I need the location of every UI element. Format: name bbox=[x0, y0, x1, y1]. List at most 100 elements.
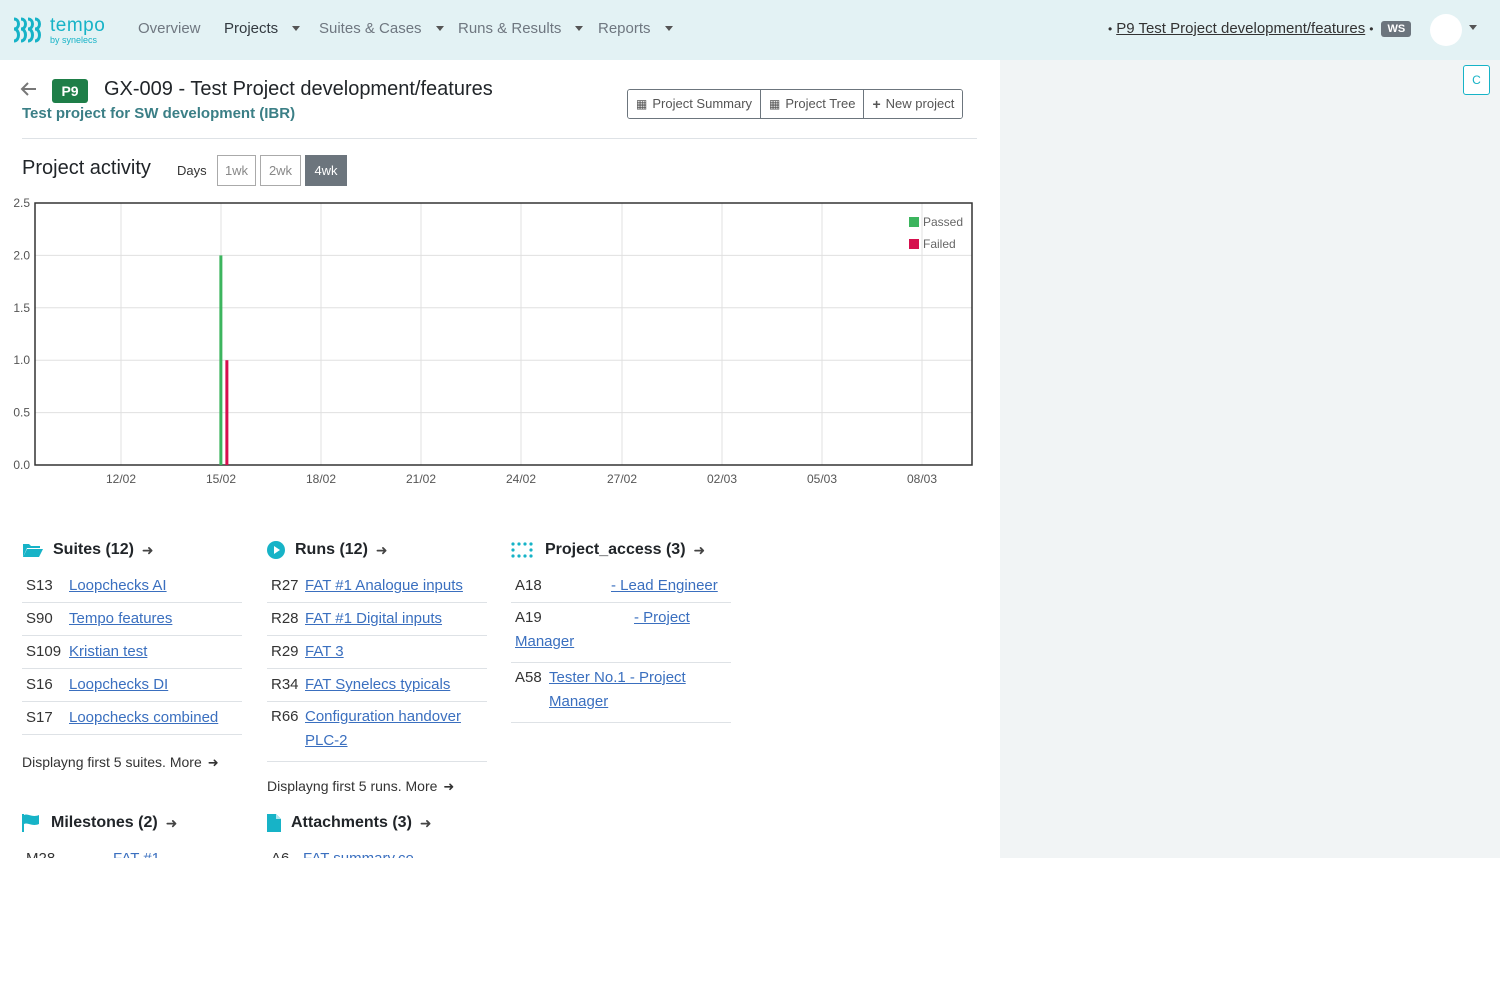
play-circle-icon bbox=[267, 541, 285, 559]
attachments-header[interactable]: Attachments (3) ➜ bbox=[267, 814, 432, 832]
list-item: A18 - Lead Engineer bbox=[511, 570, 731, 603]
range-2wk-button[interactable]: 2wk bbox=[260, 155, 301, 186]
suite-id: S90 bbox=[26, 610, 53, 627]
nav-reports-label: Reports bbox=[598, 20, 651, 37]
access-link[interactable]: Tester No.1 - Project Manager bbox=[549, 666, 719, 714]
suites-title: Suites (12) bbox=[53, 541, 134, 558]
brand-subtitle: by synelecs bbox=[50, 34, 98, 45]
list-item: R28 FAT #1 Digital inputs bbox=[267, 603, 487, 636]
nav-overview-label: Overview bbox=[138, 20, 201, 37]
y-tick-label: 1.5 bbox=[13, 301, 30, 315]
project-summary-button[interactable]: ▦ Project Summary bbox=[628, 90, 762, 118]
runs-more-link[interactable]: Displayng first 5 runs. More ➜ bbox=[267, 778, 454, 795]
project-badge: P9 bbox=[52, 79, 88, 103]
access-link[interactable]: - Lead Engineer bbox=[611, 577, 718, 594]
legend-label-failed: Failed bbox=[923, 237, 956, 251]
flag-icon bbox=[22, 814, 39, 832]
side-panel-toggle-button[interactable]: C bbox=[1463, 65, 1490, 95]
project-tree-label: Project Tree bbox=[785, 96, 856, 111]
divider bbox=[22, 138, 977, 139]
x-tick-label: 05/03 bbox=[807, 472, 837, 486]
milestones-header[interactable]: Milestones (2) ➜ bbox=[22, 814, 177, 832]
arrow-right-icon: ➜ bbox=[443, 779, 455, 794]
suites-more-link[interactable]: Displayng first 5 suites. More ➜ bbox=[22, 754, 219, 771]
nav-reports[interactable]: Reports bbox=[598, 20, 673, 37]
file-icon bbox=[267, 814, 281, 832]
suite-id: S13 bbox=[26, 577, 53, 594]
avatar[interactable] bbox=[1430, 14, 1462, 46]
plus-icon: + bbox=[872, 96, 881, 112]
tempo-logo-icon bbox=[13, 17, 41, 43]
nav-projects[interactable]: Projects bbox=[224, 20, 301, 37]
suites-header[interactable]: Suites (12) ➜ bbox=[22, 541, 154, 559]
project-summary-label: Project Summary bbox=[652, 96, 753, 111]
arrow-right-icon: ➜ bbox=[141, 541, 154, 558]
list-item: A19- Project Manager bbox=[511, 603, 731, 663]
x-tick-label: 24/02 bbox=[506, 472, 536, 486]
run-id: R34 bbox=[271, 676, 299, 693]
days-label: Days bbox=[177, 163, 207, 178]
list-item: R27 FAT #1 Analogue inputs bbox=[267, 570, 487, 603]
project-subtitle: Test project for SW development (IBR) bbox=[22, 105, 296, 122]
users-grid-icon bbox=[511, 542, 533, 558]
user-menu-chevron-icon[interactable] bbox=[1469, 25, 1477, 30]
list-item: S17 Loopchecks combined bbox=[22, 702, 242, 735]
new-project-button[interactable]: + New project bbox=[864, 90, 963, 118]
page-title: GX-009 - Test Project development/featur… bbox=[104, 78, 493, 100]
document-icon: ▦ bbox=[769, 97, 781, 111]
legend-swatch-failed bbox=[909, 239, 919, 249]
run-link[interactable]: FAT #1 Digital inputs bbox=[305, 610, 442, 627]
access-id: A18 bbox=[515, 577, 542, 594]
list-item: R66 Configuration handover PLC-2 bbox=[267, 702, 487, 762]
project-tree-button[interactable]: ▦ Project Tree bbox=[761, 90, 865, 118]
x-tick-label: 12/02 bbox=[106, 472, 136, 486]
side-panel bbox=[1000, 60, 1500, 858]
runs-header[interactable]: Runs (12) ➜ bbox=[267, 541, 388, 559]
range-4wk-button[interactable]: 4wk bbox=[305, 155, 347, 186]
x-tick-label: 21/02 bbox=[406, 472, 436, 486]
bar-passed bbox=[219, 255, 223, 465]
suite-link[interactable]: Loopchecks AI bbox=[69, 577, 167, 594]
suite-link[interactable]: Kristian test bbox=[69, 643, 147, 660]
workspace-badge[interactable]: WS bbox=[1381, 20, 1412, 37]
access-header[interactable]: Project_access (3) ➜ bbox=[511, 541, 705, 559]
range-1wk-button[interactable]: 1wk bbox=[217, 155, 256, 186]
y-tick-label: 2.5 bbox=[13, 196, 30, 210]
suite-id: S17 bbox=[26, 709, 53, 726]
suite-link[interactable]: Loopchecks DI bbox=[69, 676, 168, 693]
nav-runs-results[interactable]: Runs & Results bbox=[458, 20, 584, 37]
y-tick-label: 0.5 bbox=[13, 406, 30, 420]
folder-open-icon bbox=[23, 544, 43, 557]
chevron-down-icon bbox=[435, 26, 444, 31]
access-id: A19 bbox=[515, 609, 542, 626]
suite-link[interactable]: Tempo features bbox=[69, 610, 172, 627]
nav-runs-label: Runs & Results bbox=[458, 20, 562, 37]
run-link[interactable]: FAT Synelecs typicals bbox=[305, 676, 450, 693]
runs-more-label: Displayng first 5 runs. More bbox=[267, 778, 438, 794]
run-link[interactable]: FAT #1 Analogue inputs bbox=[305, 577, 463, 594]
suite-id: S16 bbox=[26, 676, 53, 693]
x-tick-label: 08/03 bbox=[907, 472, 937, 486]
brand-name: tempo bbox=[50, 14, 106, 36]
x-tick-label: 27/02 bbox=[607, 472, 637, 486]
bullet-icon: • bbox=[1108, 21, 1113, 36]
current-project-link[interactable]: P9 Test Project development/features bbox=[1116, 20, 1365, 37]
list-item: S109 Kristian test bbox=[22, 636, 242, 669]
arrow-right-icon: ➜ bbox=[693, 541, 706, 558]
run-link[interactable]: FAT 3 bbox=[305, 643, 344, 660]
run-id: R28 bbox=[271, 610, 299, 627]
legend-swatch-passed bbox=[909, 217, 919, 227]
suite-link[interactable]: Loopchecks combined bbox=[69, 709, 218, 726]
list-item: S13 Loopchecks AI bbox=[22, 570, 242, 603]
y-tick-label: 1.0 bbox=[13, 353, 30, 367]
nav-suites-cases[interactable]: Suites & Cases bbox=[319, 20, 444, 37]
brand-logo[interactable]: tempo by synelecs bbox=[10, 13, 105, 47]
nav-projects-label: Projects bbox=[224, 20, 279, 37]
arrow-right-icon: ➜ bbox=[419, 814, 432, 831]
run-link[interactable]: Configuration handover PLC-2 bbox=[305, 705, 475, 753]
suites-list: S13 Loopchecks AI S90 Tempo features S109 K… bbox=[22, 570, 242, 735]
nav-overview[interactable]: Overview bbox=[138, 20, 201, 37]
list-item: S16 Loopchecks DI bbox=[22, 669, 242, 702]
y-tick-label: 0.0 bbox=[13, 458, 30, 472]
back-arrow-icon[interactable] bbox=[20, 80, 38, 98]
